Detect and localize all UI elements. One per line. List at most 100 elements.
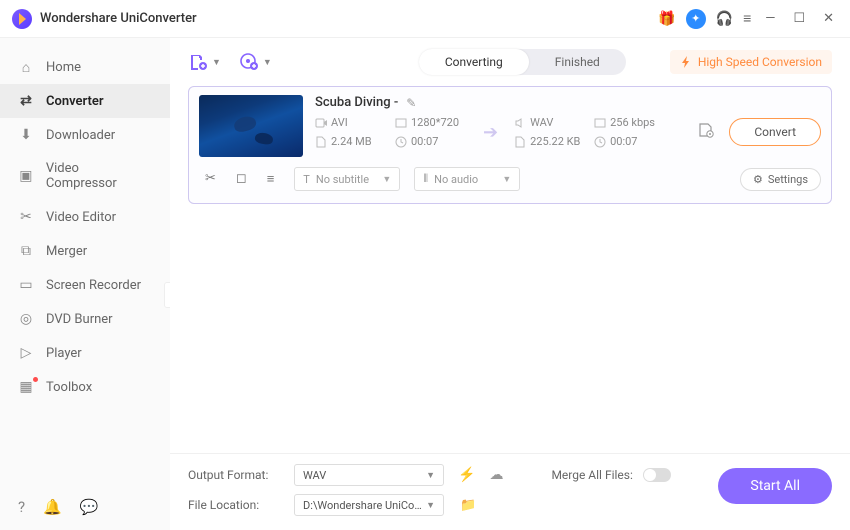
- home-icon: ⌂: [18, 59, 34, 75]
- download-icon: ⬇: [18, 127, 34, 143]
- dvd-icon: ◎: [18, 311, 34, 327]
- sidebar-item-label: Toolbox: [46, 380, 92, 395]
- add-disc-button[interactable]: ▼: [239, 52, 272, 72]
- bitrate-icon: [594, 117, 606, 129]
- sidebar-item-label: Video Editor: [46, 210, 116, 225]
- file-settings-button[interactable]: ⚙ Settings: [740, 168, 821, 191]
- file-card: Scuba Diving - ✎ AVI 2.24 MB 1280*720 00…: [188, 86, 832, 204]
- user-avatar[interactable]: ✦: [686, 9, 706, 29]
- video-thumbnail[interactable]: [199, 95, 303, 157]
- footer: Output Format: WAV ▼ ⚡ ☁ Merge All Files:…: [170, 453, 850, 530]
- sidebar-item-converter[interactable]: ⇄ Converter: [0, 84, 170, 118]
- chevron-down-icon: ▼: [426, 500, 435, 511]
- help-icon[interactable]: ?: [18, 498, 25, 516]
- start-all-button[interactable]: Start All: [718, 468, 832, 504]
- sidebar-item-editor[interactable]: ✂Video Editor: [0, 200, 170, 234]
- src-size: 2.24 MB: [331, 135, 372, 148]
- settings-label: Settings: [768, 173, 808, 186]
- sidebar-item-dvd[interactable]: ◎ DVD Burner: [0, 302, 170, 336]
- src-format: AVI: [331, 116, 348, 129]
- file-title: Scuba Diving -: [315, 95, 398, 110]
- app-logo: [12, 9, 32, 29]
- support-icon[interactable]: 🎧: [716, 11, 733, 27]
- subtitle-value: No subtitle: [316, 173, 369, 186]
- audio-icon: [514, 117, 526, 129]
- sidebar-item-label: Player: [46, 346, 82, 361]
- file-location-label: File Location:: [188, 498, 284, 512]
- sidebar-item-label: Converter: [46, 94, 104, 109]
- audio-select[interactable]: ⦀No audio▼: [414, 167, 520, 191]
- crop-icon[interactable]: ◻: [236, 171, 247, 187]
- menu-icon[interactable]: ≡: [743, 10, 751, 27]
- chevron-down-icon: ▼: [426, 470, 435, 481]
- chevron-down-icon: ▼: [382, 174, 391, 185]
- compress-icon: ▣: [18, 168, 34, 184]
- converter-icon: ⇄: [18, 93, 34, 109]
- sidebar-item-recorder[interactable]: ▭ Screen Recorder: [0, 268, 170, 302]
- gear-icon: ⚙: [753, 173, 763, 186]
- audio-bars-icon: ⦀: [423, 172, 428, 186]
- notifications-icon[interactable]: 🔔: [43, 498, 62, 516]
- sidebar-item-label: Video Compressor: [46, 161, 152, 191]
- gift-icon[interactable]: 🎁: [658, 11, 675, 27]
- src-duration: 00:07: [411, 135, 438, 148]
- sidebar-item-label: DVD Burner: [46, 312, 113, 327]
- dst-size: 225.22 KB: [530, 135, 580, 148]
- convert-button[interactable]: Convert: [729, 118, 821, 146]
- high-speed-label: High Speed Conversion: [698, 55, 822, 69]
- sidebar-item-label: Home: [46, 60, 81, 75]
- tab-finished[interactable]: Finished: [529, 49, 626, 75]
- sidebar: ⌂ Home ⇄ Converter ⬇Downloader ▣ Video Comp…: [0, 38, 170, 530]
- sidebar-item-home[interactable]: ⌂ Home: [0, 50, 170, 84]
- merger-icon: ⧉: [18, 243, 34, 259]
- feedback-icon[interactable]: 💬: [80, 498, 99, 516]
- chevron-down-icon: ▼: [502, 174, 511, 185]
- file-icon: [315, 136, 327, 148]
- trim-icon[interactable]: ✂: [205, 171, 216, 187]
- sidebar-item-label: Merger: [46, 244, 87, 259]
- close-button[interactable]: ✕: [819, 9, 838, 28]
- player-icon: ▷: [18, 345, 34, 361]
- dst-bitrate: 256 kbps: [610, 116, 655, 129]
- titlebar: Wondershare UniConverter 🎁 ✦ 🎧 ≡ — ☐ ✕: [0, 0, 850, 38]
- output-format-select[interactable]: WAV ▼: [294, 464, 444, 486]
- recorder-icon: ▭: [18, 277, 34, 293]
- dst-format: WAV: [530, 116, 553, 129]
- output-format-label: Output Format:: [188, 468, 284, 482]
- output-format-value: WAV: [303, 469, 326, 482]
- maximize-button[interactable]: ☐: [789, 9, 809, 28]
- video-icon: [315, 117, 327, 129]
- file-location-select[interactable]: D:\Wondershare UniConverter 1▼: [294, 494, 444, 516]
- high-speed-button[interactable]: High Speed Conversion: [670, 50, 832, 74]
- sidebar-item-downloader[interactable]: ⬇Downloader: [0, 118, 170, 152]
- merge-label: Merge All Files:: [551, 468, 632, 482]
- clock-icon: [594, 136, 606, 148]
- toolbox-icon: ▦: [18, 379, 34, 395]
- sidebar-item-toolbox[interactable]: ▦ Toolbox: [0, 370, 170, 404]
- add-file-button[interactable]: ▼: [188, 52, 221, 72]
- chevron-down-icon: ▼: [212, 57, 221, 68]
- more-icon[interactable]: ≡: [267, 171, 275, 187]
- tab-converting[interactable]: Converting: [419, 49, 529, 75]
- file-location-value: D:\Wondershare UniConverter 1: [303, 499, 423, 512]
- resolution-icon: [395, 117, 407, 129]
- file-icon: [514, 136, 526, 148]
- sidebar-item-label: Screen Recorder: [46, 278, 141, 293]
- merge-toggle[interactable]: [643, 468, 671, 482]
- minimize-button[interactable]: —: [761, 9, 779, 28]
- hardware-accel-icon[interactable]: ⚡: [458, 467, 475, 483]
- sidebar-item-compressor[interactable]: ▣ Video Compressor: [0, 152, 170, 200]
- chevron-down-icon: ▼: [263, 57, 272, 68]
- subtitle-select[interactable]: TNo subtitle▼: [294, 167, 400, 191]
- open-folder-icon[interactable]: 📁: [460, 498, 476, 513]
- clock-icon: [395, 136, 407, 148]
- arrow-right-icon: ➔: [475, 122, 506, 143]
- output-settings-icon[interactable]: [697, 121, 715, 143]
- sidebar-item-merger[interactable]: ⧉ Merger: [0, 234, 170, 268]
- edit-title-icon[interactable]: ✎: [406, 96, 416, 110]
- main-panel: ▼ ▼ Converting Finished High Speed Conve…: [170, 38, 850, 530]
- toolbar: ▼ ▼ Converting Finished High Speed Conve…: [170, 38, 850, 86]
- cloud-icon[interactable]: ☁: [489, 467, 503, 483]
- src-resolution: 1280*720: [411, 116, 459, 129]
- sidebar-item-player[interactable]: ▷ Player: [0, 336, 170, 370]
